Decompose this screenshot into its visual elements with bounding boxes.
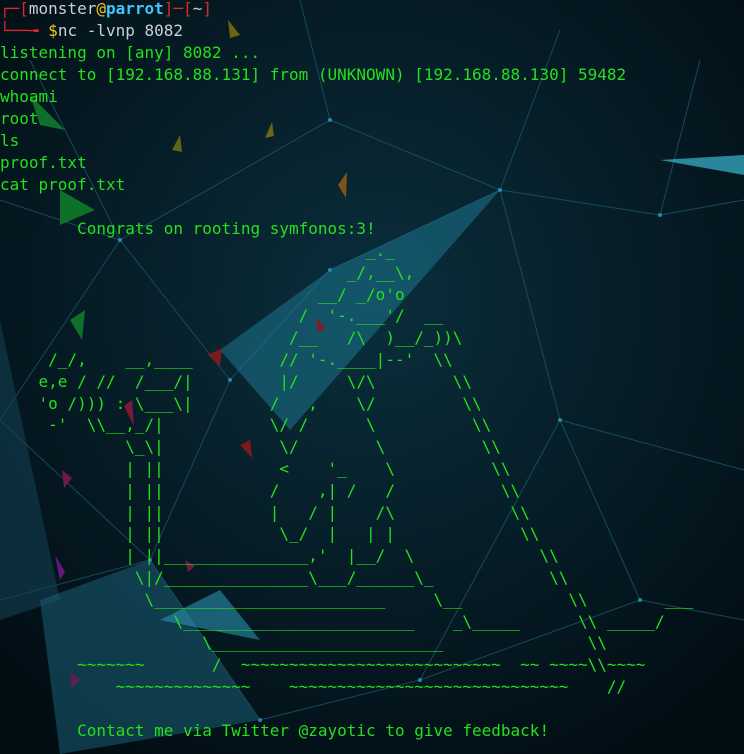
terminal-output: ┌─[monster@parrot]─[~] └──╼ $nc -lvnp 80… xyxy=(0,0,744,754)
prompt-host: parrot xyxy=(105,0,164,18)
prompt-header: ┌─[monster@parrot]─[~] xyxy=(0,0,212,18)
output-root: root xyxy=(0,109,39,128)
command-text: nc -lvnp 8082 xyxy=(57,21,184,40)
command-cat: cat proof.txt xyxy=(0,175,126,194)
congrats-message: Congrats on rooting symfonos:3! xyxy=(0,219,376,238)
prompt-at-sign: @ xyxy=(96,0,106,18)
contact-message: Contact me via Twitter @zayotic to give … xyxy=(0,720,550,740)
listen-line: listening on [any] 8082 ... xyxy=(0,43,261,62)
connect-line: connect to [192.168.88.131] from (UNKNOW… xyxy=(0,65,627,84)
prompt-user: monster xyxy=(28,0,97,18)
ascii-art: _._ _/,__\, __/ _/o'o / '-.___'/ __ /__ … xyxy=(38,241,694,696)
prompt-command-line[interactable]: └──╼ $nc -lvnp 8082 xyxy=(0,20,744,42)
command-whoami: whoami xyxy=(0,87,58,106)
output-proof-file: proof.txt xyxy=(0,153,87,172)
command-ls: ls xyxy=(0,131,20,150)
prompt-dir: ~ xyxy=(192,0,203,18)
prompt-dollar: $ xyxy=(48,21,58,40)
